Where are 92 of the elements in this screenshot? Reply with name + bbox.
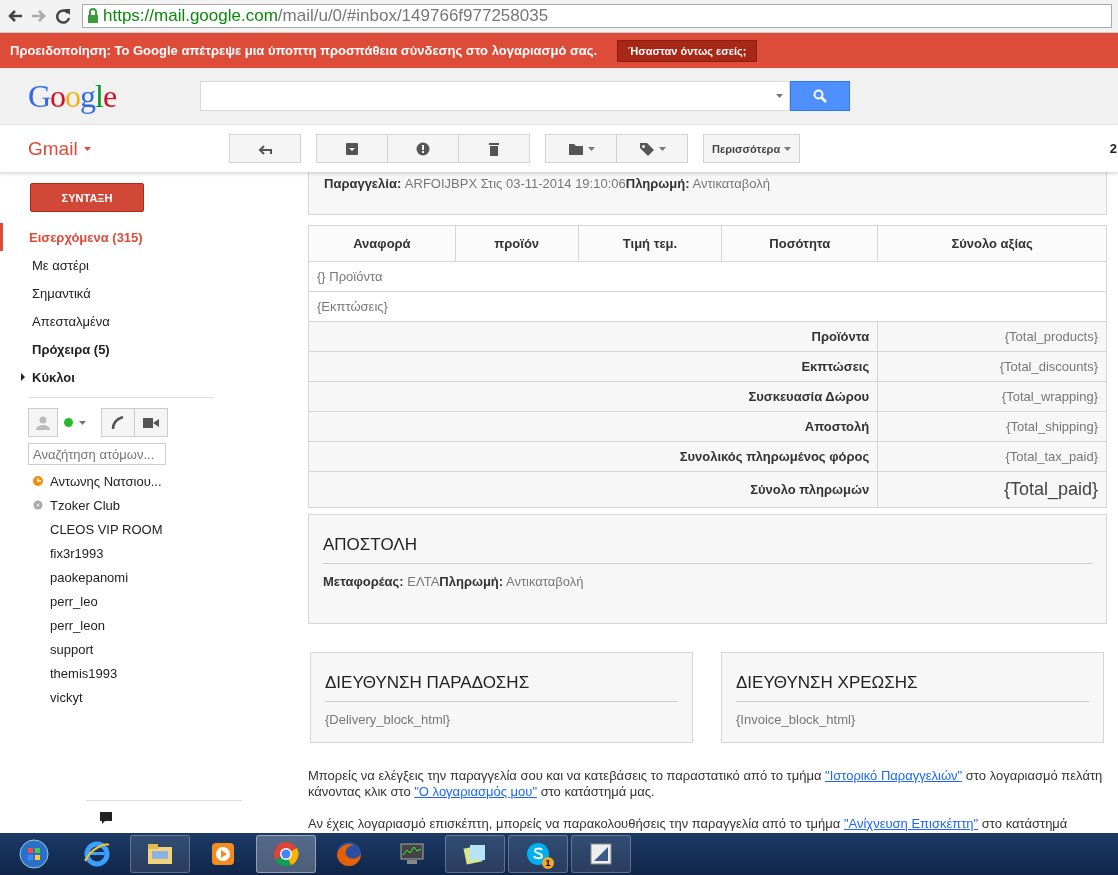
people-search-field[interactable]: Αναζήτηση ατόμων... xyxy=(28,443,166,465)
contact-row[interactable]: Αντωνης Νατσιου... xyxy=(0,469,300,493)
video-icon xyxy=(143,416,159,429)
total-value: {Total_tax_paid} xyxy=(877,441,1107,472)
shipping-info: Μεταφορέας: ΕΛΤΑΠληρωμή: Αντικαταβολή xyxy=(323,574,585,589)
nav-item[interactable]: Σημαντικά xyxy=(0,279,300,307)
column-header: Σύνολο αξίας xyxy=(877,225,1107,262)
status-dot[interactable] xyxy=(64,418,73,427)
caret-icon xyxy=(587,146,595,151)
alert-icon xyxy=(415,141,431,156)
total-value: {Total_wrapping} xyxy=(877,381,1107,412)
caret-icon[interactable] xyxy=(83,146,91,151)
confirm-button[interactable]: Ήσασταν όντως εσείς; xyxy=(617,39,758,62)
column-header: Τιμή τεμ. xyxy=(578,225,722,262)
nav-item[interactable]: Με αστέρι xyxy=(0,251,300,279)
expand-icon[interactable] xyxy=(20,373,26,381)
link[interactable]: "Ο λογαριασμός μου" xyxy=(414,784,537,799)
logo: Google xyxy=(28,77,118,115)
address-text: {Delivery_block_html} xyxy=(325,712,451,727)
column-header: Αναφορά xyxy=(308,225,456,262)
firefox-icon[interactable] xyxy=(334,839,364,869)
order-info: Παραγγελία: ARFOIJBPX Στις 03-11-2014 19:10:06Πληρωμή: Αντικαταβολή xyxy=(324,176,771,191)
more-button[interactable]: Περισσότερα xyxy=(703,134,801,163)
person-icon xyxy=(36,415,50,430)
contact-row[interactable]: Tzoker Club xyxy=(0,493,300,517)
nav-item[interactable]: Απεσταλμένα xyxy=(0,307,300,335)
paragraph: Μπορείς να ελέγξεις την παραγγελία σου και να κατεβάσεις το παραστατικό από το τμήμα "Ιστορικό Παραγγελιών" στο λογαριασμό πελάτη κάνοντας κλικ στο "Ο λογαριασμός μου" στο κατάστημά μας. xyxy=(308,768,1104,800)
delete-button[interactable] xyxy=(458,134,530,163)
link[interactable]: "Ιστορικό Παραγγελιών" xyxy=(825,768,963,783)
gmail-menu[interactable]: Gmail xyxy=(28,137,78,160)
search-icon xyxy=(813,89,827,103)
nav-item[interactable]: Κύκλοι xyxy=(0,363,300,391)
caret-icon xyxy=(658,146,666,151)
total-label: Εκπτώσεις xyxy=(308,351,878,382)
chrome-icon[interactable] xyxy=(271,839,301,869)
card-title: ΔΙΕΥΘΥΝΣΗ ΠΑΡΑΔΟΣΗΣ xyxy=(325,673,678,702)
url-text: https://mail.google.com/mail/u/0/#inbox/149766f977258035 xyxy=(103,6,549,26)
contact-row[interactable]: fix3r1993 xyxy=(0,541,300,565)
browser-e-icon[interactable] xyxy=(82,839,112,869)
total-label: Συσκευασία Δώρου xyxy=(308,381,878,412)
page-count: 2 xyxy=(1109,141,1117,156)
caret-icon xyxy=(784,146,792,151)
contact-row[interactable]: CLEOS VIP ROOM xyxy=(0,517,300,541)
table-cell: {Εκπτώσεις} xyxy=(308,291,1107,322)
archive-icon xyxy=(344,141,360,156)
search-button[interactable] xyxy=(790,81,850,111)
card-title: ΑΠΟΣΤΟΛΗ xyxy=(323,535,1092,564)
total-value: {Total_paid} xyxy=(877,471,1107,508)
total-value: {Total_discounts} xyxy=(877,351,1107,382)
warning-message: Προειδοποίηση: Το Google απέτρεψε μια ύποπτη προσπάθεια σύνδεσης στο λογαριασμό σας. xyxy=(10,43,598,58)
table-cell: {} Προϊόντα xyxy=(308,261,1107,292)
reload-icon[interactable] xyxy=(54,7,72,25)
search-field[interactable] xyxy=(200,81,790,111)
link[interactable]: "Ανίχνευση Επισκέπτη" xyxy=(843,816,979,831)
phone-icon xyxy=(111,415,125,430)
total-value: {Total_products} xyxy=(877,321,1107,352)
contact-row[interactable]: support xyxy=(0,637,300,661)
nav-item[interactable]: Εισερχόμενα (315) xyxy=(0,223,300,251)
column-header: Ποσότητα xyxy=(721,225,878,262)
contact-row[interactable]: perr_leo xyxy=(0,589,300,613)
video-button[interactable] xyxy=(134,408,168,437)
folder-icon xyxy=(567,141,584,156)
chat-bubble-icon[interactable] xyxy=(99,811,113,825)
call-button[interactable] xyxy=(101,408,135,437)
column-header: προϊόν xyxy=(455,225,579,262)
compose-button[interactable]: ΣΥΝΤΑΞΗ xyxy=(30,183,144,212)
trash-icon xyxy=(486,141,502,156)
paragraph: Αν έχεις λογαριασμό επισκέπτη, μπορείς να παρακολουθήσεις την παραγγελία από το τμήμα "Ανίχνευση Επισκέπτη" στο κατάστημά xyxy=(308,816,1069,832)
card-title: ΔΙΕΥΘΥΝΣΗ ΧΡΕΩΣΗΣ xyxy=(736,673,1089,702)
caret-icon[interactable] xyxy=(79,420,86,425)
total-label: Αποστολή xyxy=(308,411,878,442)
start-icon[interactable] xyxy=(19,839,49,869)
move-button[interactable] xyxy=(545,134,617,163)
contact-row[interactable]: paokepanomi xyxy=(0,565,300,589)
total-label: Συνολικός πληρωμένος φόρος xyxy=(308,441,878,472)
label-button[interactable] xyxy=(616,134,688,163)
nav-item[interactable]: Πρόχειρα (5) xyxy=(0,335,300,363)
total-value: {Total_shipping} xyxy=(877,411,1107,442)
contact-row[interactable]: themis1993 xyxy=(0,661,300,685)
total-label: Προϊόντα xyxy=(308,321,878,352)
reply-button[interactable] xyxy=(229,134,301,163)
notification-badge: 1 xyxy=(542,857,554,869)
address-text: {Invoice_block_html} xyxy=(736,712,857,727)
address-bar[interactable]: https://mail.google.com/mail/u/0/#inbox/149766f977258035 xyxy=(82,4,1112,28)
lock-icon xyxy=(87,8,99,24)
contact-row[interactable]: vickyt xyxy=(0,685,300,709)
contact-row[interactable]: perr_leon xyxy=(0,613,300,637)
caret-icon[interactable] xyxy=(776,94,783,98)
tag-icon xyxy=(638,141,655,156)
spam-button[interactable] xyxy=(387,134,459,163)
archive-button[interactable] xyxy=(316,134,388,163)
total-label: Σύνολο πληρωμών xyxy=(308,471,878,508)
